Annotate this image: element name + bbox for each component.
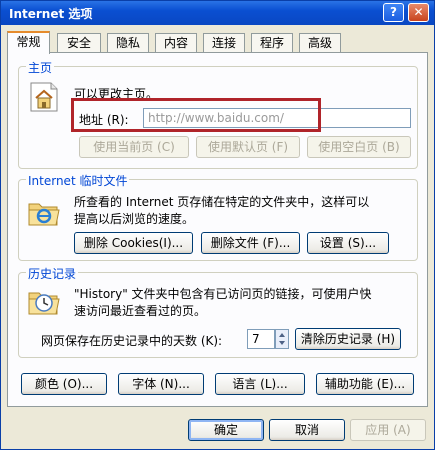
temp-files-description-1: 所查看的 Internet 页存储在特定的文件夹中，这样可以 <box>74 195 370 209</box>
internet-options-dialog: Internet 选项 ? ✕ 常规 安全 隐私 内容 连接 程序 高级 主页 … <box>0 0 435 450</box>
help-button[interactable]: ? <box>383 3 404 22</box>
colors-button[interactable]: 颜色 (O)... <box>21 373 107 395</box>
highlight-box <box>71 98 321 132</box>
history-description-2: 速访问最近查看过的页。 <box>74 304 207 318</box>
languages-button[interactable]: 语言 (L)... <box>215 373 305 395</box>
homepage-legend: 主页 <box>26 59 55 76</box>
use-blank-button[interactable]: 使用空白页 (B) <box>307 136 411 158</box>
clear-history-button[interactable]: 清除历史记录 (H) <box>295 328 401 350</box>
history-folder-icon <box>28 292 60 315</box>
tab-privacy[interactable]: 隐私 <box>107 33 149 52</box>
tab-programs[interactable]: 程序 <box>251 33 293 52</box>
cancel-button[interactable]: 取消 <box>269 419 345 441</box>
tab-general[interactable]: 常规 <box>7 31 50 54</box>
apply-button[interactable]: 应用 (A) <box>350 419 426 441</box>
temp-files-group: Internet 临时文件 所查看的 Internet 页存储在特定的文件夹中，… <box>18 172 418 261</box>
temp-files-legend: Internet 临时文件 <box>26 172 130 189</box>
history-group: 历史记录 "History" 文件夹中包含有已访问页的链接，可使用户快 速访问最… <box>18 265 418 358</box>
close-button[interactable]: ✕ <box>408 3 429 22</box>
delete-cookies-button[interactable]: 删除 Cookies(I)... <box>74 232 193 254</box>
use-default-button[interactable]: 使用默认页 (F) <box>196 136 300 158</box>
tab-advanced[interactable]: 高级 <box>299 33 341 52</box>
homepage-group: 主页 可以更改主页。 地址 (R): http://www.baidu.com/… <box>18 59 418 169</box>
title-bar[interactable]: Internet 选项 ? ✕ <box>1 1 434 25</box>
history-legend: 历史记录 <box>26 265 79 282</box>
tab-security[interactable]: 安全 <box>57 33 101 52</box>
accessibility-button[interactable]: 辅助功能 (E)... <box>316 373 414 395</box>
ok-button[interactable]: 确定 <box>188 419 264 441</box>
settings-button[interactable]: 设置 (S)... <box>307 232 389 254</box>
window-title: Internet 选项 <box>9 7 93 21</box>
temp-files-description-2: 提高以后浏览的速度。 <box>74 212 195 226</box>
house-icon <box>30 82 58 112</box>
tab-connections[interactable]: 连接 <box>203 33 245 52</box>
folder-ie-icon <box>28 203 60 226</box>
history-days-spinner[interactable] <box>275 329 289 349</box>
history-description-1: "History" 文件夹中包含有已访问页的链接，可使用户快 <box>74 287 372 301</box>
history-days-input[interactable]: 7 <box>247 329 275 349</box>
delete-files-button[interactable]: 删除文件 (F)... <box>201 232 300 254</box>
history-days-label: 网页保存在历史记录中的天数 (K): <box>41 334 223 348</box>
tab-content[interactable]: 内容 <box>155 33 197 52</box>
fonts-button[interactable]: 字体 (N)... <box>118 373 204 395</box>
general-tab-panel: 主页 可以更改主页。 地址 (R): http://www.baidu.com/… <box>7 52 428 407</box>
spinner-arrows-icon <box>279 333 285 345</box>
use-current-button[interactable]: 使用当前页 (C) <box>79 136 189 158</box>
